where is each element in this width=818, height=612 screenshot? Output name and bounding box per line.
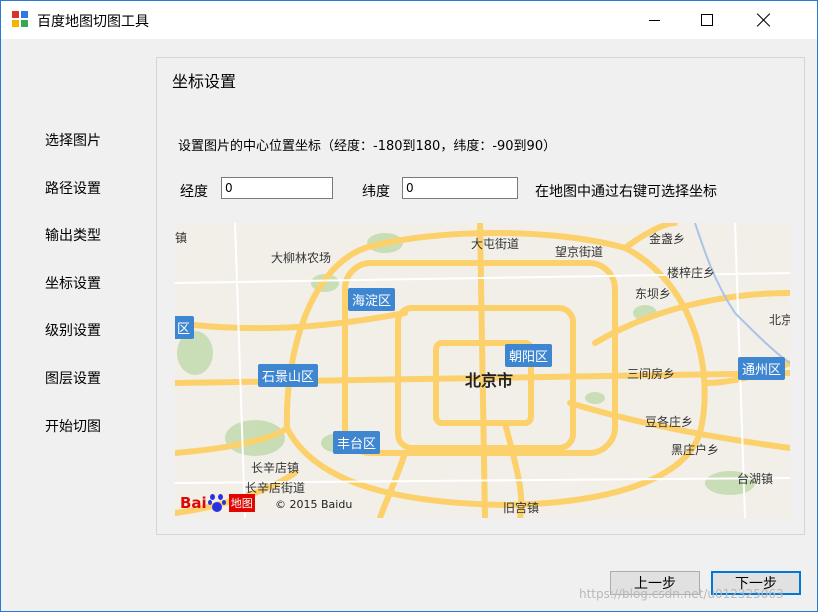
map-label: 大柳林农场 — [271, 251, 332, 265]
baidu-logo: Bai 地图 — [180, 493, 255, 513]
district-label: 石景山区 — [258, 364, 319, 387]
minimize-button[interactable] — [631, 1, 677, 39]
close-icon — [757, 13, 771, 27]
nav-item-level-settings[interactable]: 级别设置 — [45, 320, 101, 368]
nav-item-path-settings[interactable]: 路径设置 — [45, 178, 101, 226]
baidu-map-tag: 地图 — [228, 494, 255, 512]
nav-item-output-type[interactable]: 输出类型 — [45, 225, 101, 273]
title-bar[interactable]: 百度地图切图工具 — [1, 1, 817, 39]
district-label: 丰台区 — [333, 431, 381, 454]
map-label: 台湖镇 — [737, 472, 774, 486]
maximize-icon — [701, 14, 713, 26]
baidu-logo-text: Bai — [180, 494, 207, 512]
latitude-label: 纬度 — [362, 184, 390, 200]
map-label: 镇 — [175, 231, 188, 245]
map-label: 豆各庄乡 — [645, 415, 694, 429]
map-label: 旧宫镇 — [503, 501, 540, 515]
map-label: 金盏乡 — [649, 232, 686, 246]
map-label: 三间房乡 — [627, 367, 676, 381]
maximize-button[interactable] — [684, 1, 730, 39]
map-label: 北京市 — [465, 371, 514, 390]
panel-description: 设置图片的中心位置坐标（经度：-180到180，纬度：-90到90） — [178, 139, 557, 154]
map-hint-text: 在地图中通过右键可选择坐标 — [535, 184, 717, 200]
longitude-input[interactable] — [221, 177, 333, 199]
longitude-label: 经度 — [180, 184, 208, 200]
map-label: 北京 — [769, 313, 790, 327]
nav-item-start-cutting[interactable]: 开始切图 — [45, 416, 101, 464]
close-button[interactable] — [741, 1, 787, 39]
latitude-input[interactable] — [402, 177, 518, 199]
coordinate-settings-panel: 坐标设置 设置图片的中心位置坐标（经度：-180到180，纬度：-90到90） … — [156, 57, 805, 535]
map-label: 东坝乡 — [635, 287, 672, 301]
panel-title: 坐标设置 — [172, 72, 237, 91]
nav-item-layer-settings[interactable]: 图层设置 — [45, 368, 101, 416]
app-map-icon — [12, 11, 30, 29]
nav-item-coordinate-settings[interactable]: 坐标设置 — [45, 273, 101, 321]
minimize-icon — [648, 19, 660, 21]
district-label: 通州区 — [738, 357, 786, 380]
district-label: 朝阳区 — [505, 344, 553, 367]
map-label: 望京街道 — [555, 245, 604, 259]
step-navigation: 选择图片 路径设置 输出类型 坐标设置 级别设置 图层设置 开始切图 — [45, 130, 101, 463]
district-label: 海淀区 — [348, 288, 396, 311]
app-window: 百度地图切图工具 选择图片 路径设置 输出类型 坐标设置 级别设置 图层设置 开… — [0, 0, 818, 612]
watermark-text: https://blog.csdn.net/u012325063 — [579, 587, 784, 601]
district-label: 区 — [175, 316, 195, 339]
map-label: 黑庄户乡 — [671, 443, 720, 457]
window-title: 百度地图切图工具 — [37, 14, 149, 30]
map-label: 楼梓庄乡 — [667, 266, 716, 280]
nav-item-select-image[interactable]: 选择图片 — [45, 130, 101, 178]
baidu-paw-icon — [207, 494, 226, 512]
map-label: 长辛店镇 — [251, 461, 300, 475]
map-label: 大屯街道 — [471, 237, 520, 251]
map-copyright: © 2015 Baidu — [275, 498, 353, 511]
baidu-map[interactable]: 大屯街道 望京街道 金盏乡 大柳林农场 楼梓庄乡 东坝乡 北京市 三间房乡 豆各… — [175, 223, 790, 518]
